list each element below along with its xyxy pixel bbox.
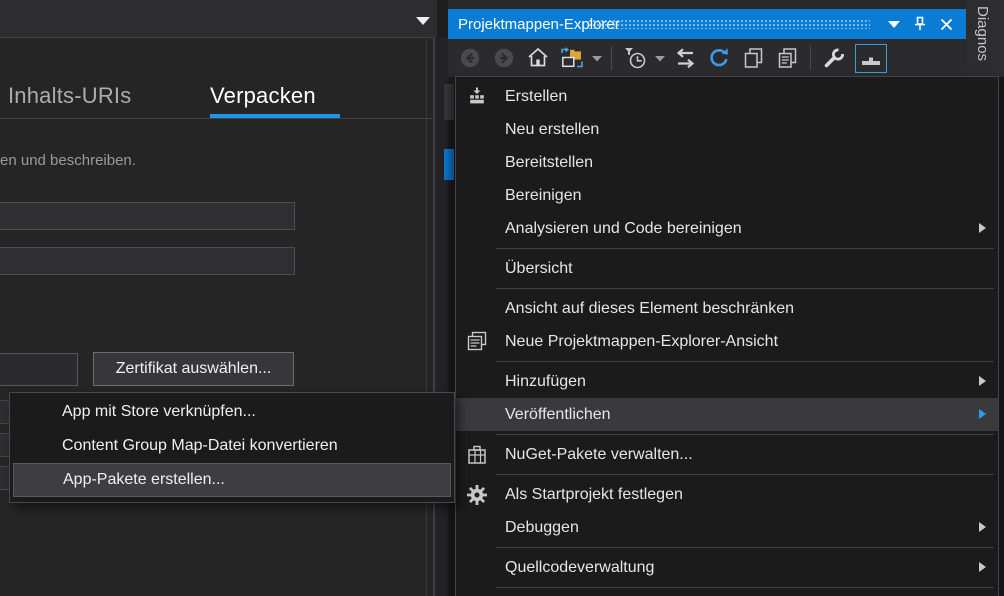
menu-item-bereitstellen[interactable]: Bereitstellen <box>456 146 998 179</box>
menu-item-übersicht[interactable]: Übersicht <box>456 252 998 285</box>
menu-item-label: Quellcodeverwaltung <box>505 559 654 577</box>
submenu-item-content-group-map-datei-konvertieren[interactable]: Content Group Map-Datei konvertieren <box>10 429 454 463</box>
package-field-1[interactable] <box>0 202 295 230</box>
diagnostics-side-tab-label: Diagnos <box>974 6 991 61</box>
packaging-description-text: en und beschreiben. <box>0 152 136 169</box>
menu-item-label: Hinzufügen <box>505 373 586 391</box>
submenu-arrow-icon <box>979 409 986 419</box>
form-fragment <box>0 400 9 424</box>
menu-item-label: Bereinigen <box>505 187 582 205</box>
menu-item-erstellen[interactable]: Erstellen <box>456 80 998 113</box>
panel-scroll-line <box>426 38 427 596</box>
solution-context-menu: Erstellen Neu erstellen Bereitstellen Berei… <box>455 76 999 596</box>
submenu-item-label: App mit Store verknüpfen... <box>62 403 256 421</box>
menu-item-label: Veröffentlichen <box>505 406 611 424</box>
submenu-arrow-icon <box>979 562 986 572</box>
refresh-icon[interactable] <box>702 43 736 73</box>
tabs-divider <box>0 118 433 119</box>
menu-item-als-startprojekt-festlegen[interactable]: Als Startprojekt festlegen <box>456 478 998 511</box>
menu-separator <box>496 434 994 435</box>
window-gap <box>435 37 448 596</box>
show-all-files-icon[interactable] <box>736 43 770 73</box>
menu-separator <box>496 288 994 289</box>
form-fragment <box>0 466 9 490</box>
form-fragment <box>0 433 9 457</box>
certificate-field-fragment[interactable] <box>0 353 78 386</box>
selected-tree-item-fragment <box>444 149 454 180</box>
menu-item-neue-projektmappen-explorer-ansicht[interactable]: Neue Projektmappen-Explorer-Ansicht <box>456 325 998 358</box>
solution-explorer-toolbar <box>448 39 966 77</box>
toolbar-separator <box>810 46 811 70</box>
submenu-arrow-icon <box>979 376 986 386</box>
filter-dropdown-icon[interactable] <box>652 43 668 73</box>
window-position-chevron-icon[interactable] <box>884 9 904 39</box>
menu-separator <box>496 587 994 588</box>
gear-icon <box>462 478 492 511</box>
menu-item-label: Neu erstellen <box>505 121 599 139</box>
menu-item-ansicht-auf-dieses-element-beschränken[interactable]: Ansicht auf dieses Element beschränken <box>456 292 998 325</box>
window-top-edge <box>448 0 966 9</box>
sync-with-active-document-icon[interactable] <box>668 43 702 73</box>
submenu-item-app-pakete-erstellen[interactable]: App-Pakete erstellen... <box>13 463 451 497</box>
package-field-2[interactable] <box>0 247 295 275</box>
visual-studio-screenshot: Inhalts-URIs Verpacken en und beschreibe… <box>0 0 1004 596</box>
submenu-item-label: Content Group Map-Datei konvertieren <box>62 437 338 455</box>
menu-item-label: Analysieren und Code bereinigen <box>505 220 742 238</box>
menu-item-neu-erstellen[interactable]: Neu erstellen <box>456 113 998 146</box>
menu-item-nuget-pakete-verwalten[interactable]: NuGet-Pakete verwalten... <box>456 438 998 471</box>
scissors-icon <box>462 591 492 596</box>
menu-item-label: NuGet-Pakete verwalten... <box>505 446 693 464</box>
build-icon <box>462 80 492 113</box>
package-manifest-editor: Inhalts-URIs Verpacken en und beschreibe… <box>0 37 435 596</box>
menu-separator <box>496 547 994 548</box>
forward-icon[interactable] <box>487 43 521 73</box>
menu-separator <box>496 248 994 249</box>
nuget-icon <box>462 438 492 471</box>
menu-item-hinzufügen[interactable]: Hinzufügen <box>456 365 998 398</box>
menu-item-label: Bereitstellen <box>505 154 593 172</box>
menu-separator <box>496 361 994 362</box>
pending-changes-filter-icon[interactable] <box>618 43 652 73</box>
toolbar-separator <box>611 46 612 70</box>
back-icon[interactable] <box>453 43 487 73</box>
menu-item-debuggen[interactable]: Debuggen <box>456 511 998 544</box>
menu-item-analysieren-und-code-bereinigen[interactable]: Analysieren und Code bereinigen <box>456 212 998 245</box>
new-view-icon <box>462 325 492 358</box>
close-icon[interactable] <box>935 9 957 39</box>
pin-icon[interactable] <box>910 9 930 39</box>
menu-separator <box>496 474 994 475</box>
menu-item-bereinigen[interactable]: Bereinigen <box>456 179 998 212</box>
tab-verpacken[interactable]: Verpacken <box>210 83 316 109</box>
menu-item-label: Ansicht auf dieses Element beschränken <box>505 300 794 318</box>
solution-explorer-titlebar[interactable]: Projektmappen-Explorer <box>448 9 966 39</box>
collapse-all-icon[interactable] <box>555 43 589 73</box>
menu-item-label: Erstellen <box>505 88 567 106</box>
submenu-item-app-mit-store-verknüpfen[interactable]: App mit Store verknüpfen... <box>10 395 454 429</box>
menu-item-label: Neue Projektmappen-Explorer-Ansicht <box>505 333 778 351</box>
properties-pages-icon[interactable] <box>770 43 804 73</box>
menu-item-label: Übersicht <box>505 260 573 278</box>
properties-icon[interactable] <box>817 43 851 73</box>
menu-item-label: Als Startprojekt festlegen <box>505 486 683 504</box>
preview-selected-items-icon[interactable] <box>851 43 891 73</box>
menu-item-label: Debuggen <box>505 519 579 537</box>
choose-certificate-button[interactable]: Zertifikat auswählen... <box>93 352 294 386</box>
submenu-arrow-icon <box>979 522 986 532</box>
menu-item-veröffentlichen[interactable]: Veröffentlichen <box>456 398 998 431</box>
submenu-item-label: App-Pakete erstellen... <box>63 471 225 489</box>
submenu-arrow-icon <box>979 223 986 233</box>
view-dropdown-icon[interactable] <box>589 43 605 73</box>
tree-item-fragment <box>444 84 454 120</box>
menu-item-quellcodeverwaltung[interactable]: Quellcodeverwaltung <box>456 551 998 584</box>
tab-inhalts-uris[interactable]: Inhalts-URIs <box>8 83 131 109</box>
menu-item-ausschneiden[interactable]: Ausschneiden <box>456 591 998 596</box>
editor-top-strip <box>0 0 437 37</box>
document-dropdown-chevron-icon[interactable] <box>416 17 430 25</box>
diagnostics-side-tab[interactable]: Diagnos <box>966 0 1004 77</box>
home-icon[interactable] <box>521 43 555 73</box>
publish-submenu: App mit Store verknüpfen... Content Group… <box>9 392 455 503</box>
titlebar-drag-dots <box>588 19 870 29</box>
